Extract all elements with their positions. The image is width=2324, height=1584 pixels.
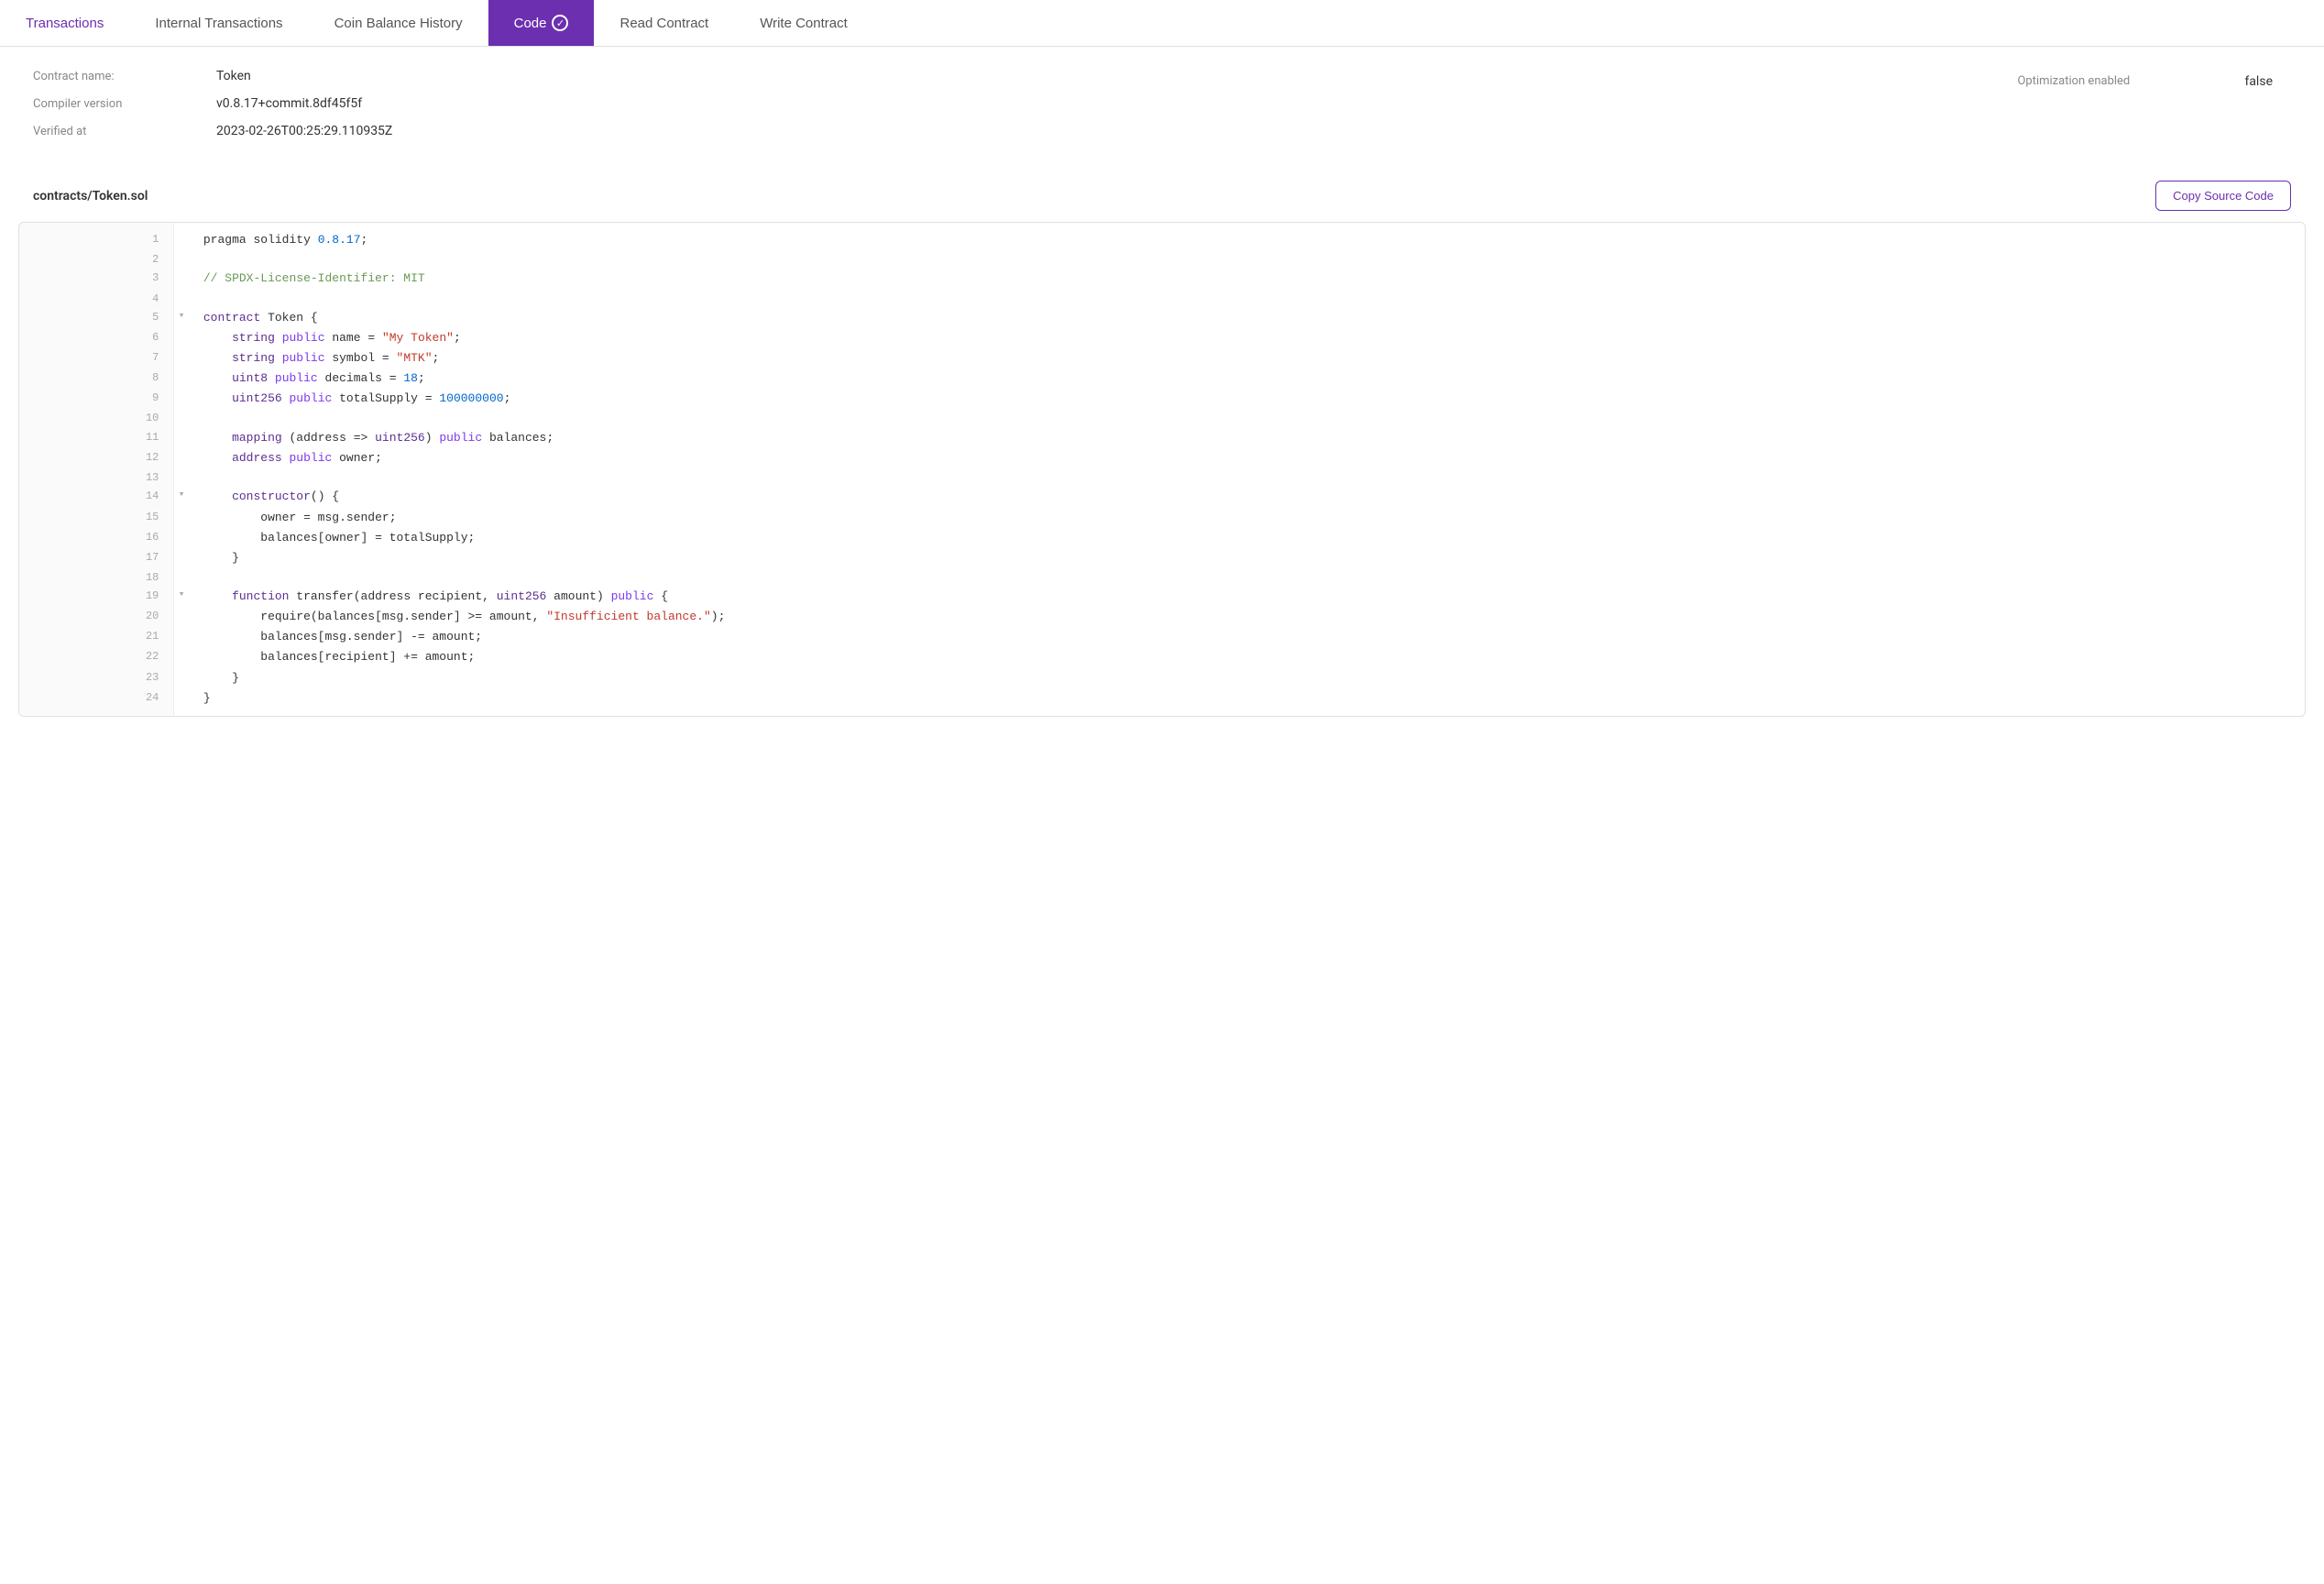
contract-info: Contract name: Token Compiler version v0… xyxy=(0,47,2324,162)
table-row: 17 } xyxy=(19,548,2305,568)
table-row: 2 xyxy=(19,250,2305,269)
tab-read-contract[interactable]: Read Contract xyxy=(594,0,734,46)
table-row: 10 xyxy=(19,409,2305,427)
table-row: 1 pragma solidity 0.8.17; xyxy=(19,223,2305,250)
compiler-label: Compiler version xyxy=(33,97,216,111)
table-row: 7 string public symbol = "MTK"; xyxy=(19,348,2305,368)
code-container[interactable]: 1 pragma solidity 0.8.17; 2 3 // SPDX-Li… xyxy=(18,222,2306,717)
table-row: 11 mapping (address => uint256) public b… xyxy=(19,428,2305,448)
table-row: 23 } xyxy=(19,668,2305,688)
contract-name-label: Contract name: xyxy=(33,70,216,83)
copy-source-code-button[interactable]: Copy Source Code xyxy=(2155,181,2291,211)
table-row: 5 ▾ contract Token { xyxy=(19,308,2305,328)
source-filename: contracts/Token.sol xyxy=(33,189,148,204)
table-row: 22 balances[recipient] += amount; xyxy=(19,647,2305,667)
table-row: 21 balances[msg.sender] -= amount; xyxy=(19,627,2305,647)
table-row: 9 uint256 public totalSupply = 100000000… xyxy=(19,389,2305,409)
tab-code[interactable]: Code ✓ xyxy=(488,0,595,46)
check-icon: ✓ xyxy=(552,15,568,31)
source-header: contracts/Token.sol Copy Source Code xyxy=(0,162,2324,222)
code-table: 1 pragma solidity 0.8.17; 2 3 // SPDX-Li… xyxy=(19,223,2305,716)
table-row: 14 ▾ constructor() { xyxy=(19,487,2305,507)
table-row: 24 } xyxy=(19,688,2305,716)
table-row: 16 balances[owner] = totalSupply; xyxy=(19,528,2305,548)
verified-label: Verified at xyxy=(33,125,216,138)
tab-bar: Transactions Internal Transactions Coin … xyxy=(0,0,2324,47)
contract-name-value: Token xyxy=(216,69,251,83)
tab-code-label: Code xyxy=(514,16,547,31)
table-row: 12 address public owner; xyxy=(19,448,2305,468)
table-row: 6 string public name = "My Token"; xyxy=(19,328,2305,348)
table-row: 19 ▾ function transfer(address recipient… xyxy=(19,587,2305,607)
tab-internal-transactions[interactable]: Internal Transactions xyxy=(129,0,308,46)
tab-transactions[interactable]: Transactions xyxy=(0,0,129,46)
table-row: 15 owner = msg.sender; xyxy=(19,508,2305,528)
tab-coin-balance-history[interactable]: Coin Balance History xyxy=(309,0,488,46)
optimization-label: Optimization enabled xyxy=(2017,74,2200,89)
tab-write-contract[interactable]: Write Contract xyxy=(734,0,873,46)
table-row: 3 // SPDX-License-Identifier: MIT xyxy=(19,269,2305,289)
optimization-value: false xyxy=(2244,74,2273,89)
table-row: 4 xyxy=(19,290,2305,308)
table-row: 18 xyxy=(19,568,2305,587)
table-row: 8 uint8 public decimals = 18; xyxy=(19,368,2305,389)
verified-value: 2023-02-26T00:25:29.110935Z xyxy=(216,124,392,138)
table-row: 13 xyxy=(19,468,2305,487)
compiler-value: v0.8.17+commit.8df45f5f xyxy=(216,96,362,111)
table-row: 20 require(balances[msg.sender] >= amoun… xyxy=(19,607,2305,627)
